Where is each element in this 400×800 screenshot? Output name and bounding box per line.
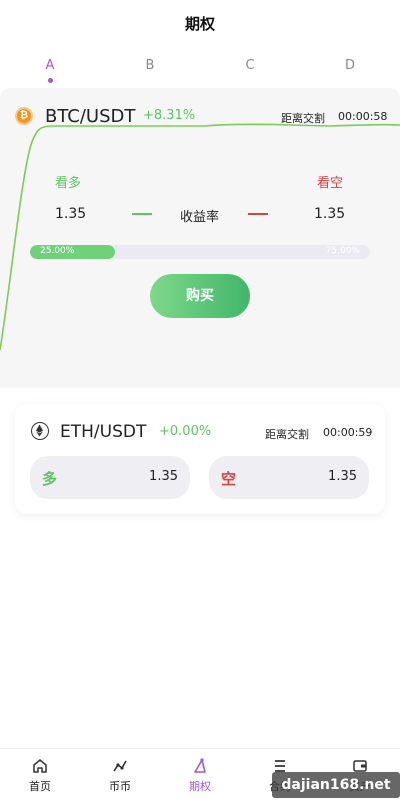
tab-d[interactable]: D (335, 58, 365, 73)
page-title: 期权 (184, 15, 215, 33)
tab-label: C (245, 58, 255, 73)
long-rate: 1.35 (55, 206, 87, 222)
delivery-timer: 00:00:58 (338, 110, 388, 123)
short-label: 空 (221, 470, 237, 488)
nav-label: 期权 (189, 780, 211, 793)
options-icon (194, 758, 206, 773)
buy-button[interactable]: 购买 (150, 274, 250, 318)
delivery-label: 距离交割 (281, 112, 325, 125)
short-rate: 1.35 (328, 469, 357, 484)
yield-label: 收益率 (180, 210, 220, 225)
nav-home[interactable]: 首页 (15, 757, 65, 794)
short-indicator-line (248, 213, 268, 215)
price-curve (0, 123, 400, 351)
long-label[interactable]: 看多 (55, 172, 81, 191)
options-page: 期权 A B C D ₿ BTC/USDT +8.31% 距离交割 00:00:… (0, 0, 400, 800)
price-change: +8.31% (143, 108, 196, 123)
nav-options[interactable]: 期权 (175, 757, 225, 794)
pair-name: ETH/USDT (60, 422, 147, 442)
tab-label: D (344, 58, 355, 73)
short-ratio-text: 75.00% (325, 246, 360, 256)
site-watermark: dajian168.net (272, 772, 400, 798)
tab-label: B (145, 58, 155, 73)
tab-bar: A B C D (0, 58, 400, 88)
nav-label: 币币 (109, 780, 131, 793)
long-label: 多 (42, 470, 58, 488)
tab-b[interactable]: B (135, 58, 165, 73)
price-change: +0.00% (159, 424, 212, 439)
nav-trade[interactable]: 币币 (95, 757, 145, 794)
bitcoin-icon: ₿ (15, 107, 33, 125)
long-ratio-text: 25.00% (40, 246, 75, 256)
trade-icon (113, 760, 127, 772)
tab-a[interactable]: A (35, 58, 65, 83)
tab-label: A (45, 58, 55, 73)
long-short-ratio-bar: 25.00% 75.00% (30, 245, 370, 259)
short-button[interactable]: 空 1.35 (209, 456, 369, 499)
pair-name: BTC/USDT (45, 106, 136, 127)
home-icon (33, 759, 47, 773)
short-label[interactable]: 看空 (317, 172, 343, 191)
delivery-timer: 00:00:59 (323, 426, 373, 439)
btc-option-card[interactable]: ₿ BTC/USDT +8.31% 距离交割 00:00:58 看多 看空 1.… (0, 88, 400, 388)
long-indicator-line (132, 213, 152, 215)
nav-label: 首页 (29, 780, 51, 793)
long-button[interactable]: 多 1.35 (30, 456, 190, 499)
long-rate: 1.35 (149, 469, 178, 484)
ethereum-icon (31, 422, 49, 440)
tab-c[interactable]: C (235, 58, 265, 73)
eth-option-card[interactable]: ETH/USDT +0.00% 距离交割 00:00:59 多 1.35 空 1… (15, 404, 385, 514)
active-tab-indicator (47, 78, 53, 83)
delivery-label: 距离交割 (265, 428, 309, 441)
short-rate: 1.35 (314, 206, 346, 222)
